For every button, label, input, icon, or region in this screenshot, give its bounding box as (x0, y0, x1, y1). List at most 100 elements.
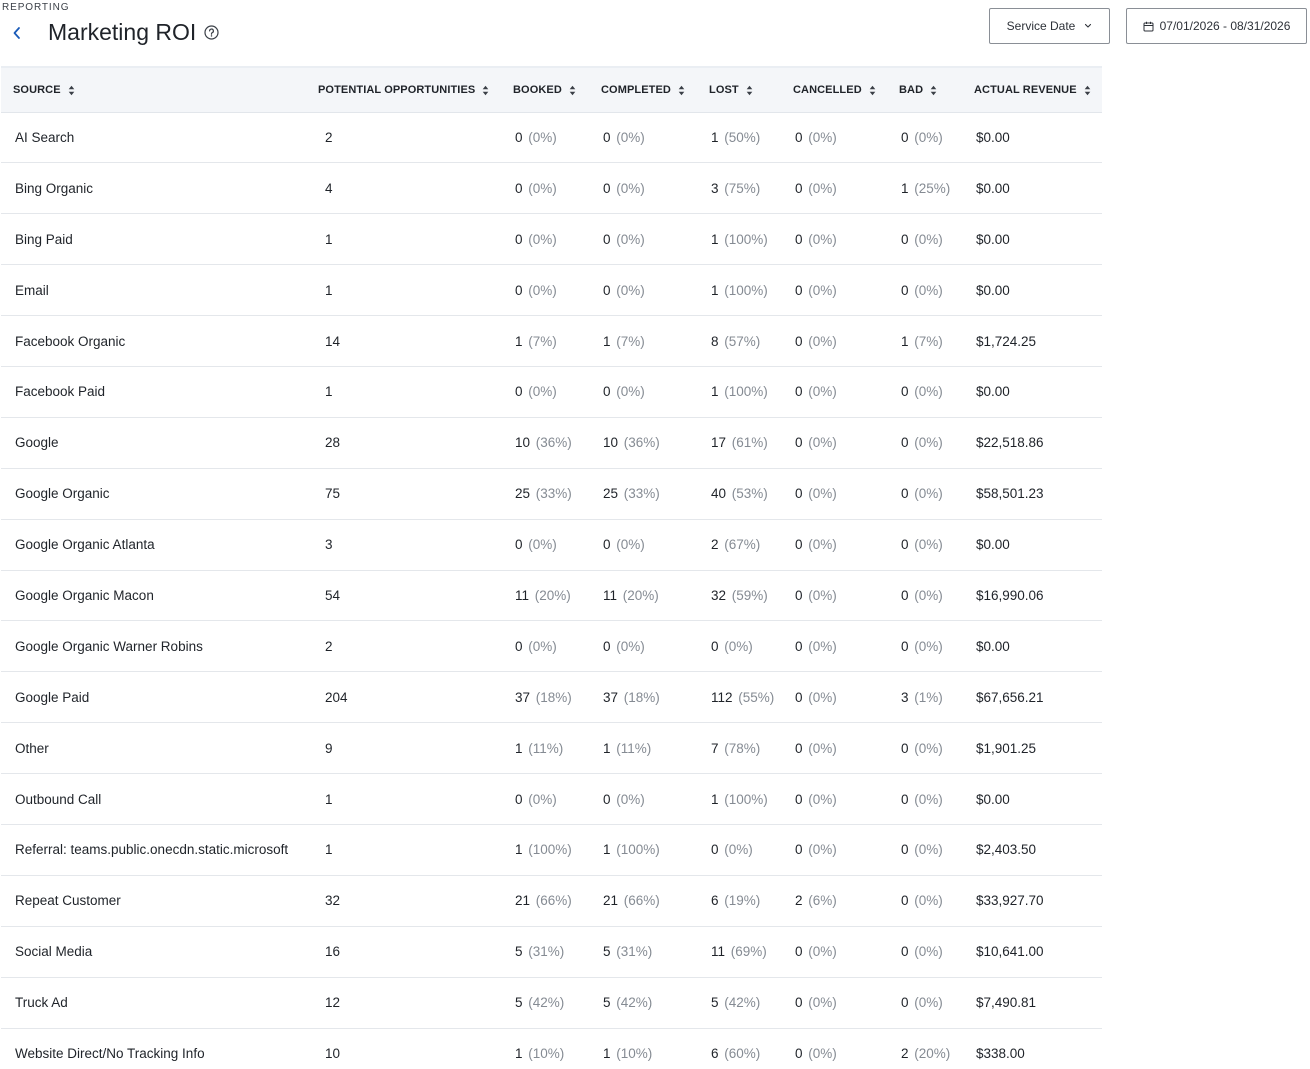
column-header-label: ACTUAL REVENUE (974, 84, 1077, 97)
cell-count: 1 (515, 333, 523, 349)
cell-percent: (0%) (808, 638, 837, 654)
cell-count: 11 (603, 587, 618, 603)
question-circle-icon (204, 25, 219, 40)
cell-count: 0 (795, 435, 803, 451)
cell-booked: 37 (18%) (501, 671, 589, 724)
cell-percent: (0%) (914, 231, 943, 247)
cell-percent: (20%) (914, 1045, 951, 1061)
cell-percent: (0%) (808, 842, 837, 858)
cell-cancelled: 2 (6%) (781, 875, 887, 927)
cell-potential: 16 (306, 926, 501, 978)
cell-booked: 0 (0%) (501, 264, 589, 317)
cell-source: Email (1, 264, 306, 317)
column-header-potential[interactable]: POTENTIAL OPPORTUNITIES (306, 68, 501, 113)
cell-completed: 11 (20%) (589, 570, 697, 622)
date-type-dropdown[interactable]: Service Date (989, 8, 1110, 44)
column-header-revenue[interactable]: ACTUAL REVENUE (962, 68, 1102, 113)
column-header-booked[interactable]: BOOKED (501, 68, 589, 113)
cell-lost: 0 (0%) (697, 620, 781, 673)
sort-toggle-booked[interactable]: BOOKED (513, 84, 576, 96)
cell-count: 17 (711, 435, 727, 451)
cell-value: $10,641.00 (976, 944, 1044, 960)
sort-icon (1084, 85, 1090, 95)
cell-percent: (60%) (724, 1045, 761, 1061)
cell-percent: (100%) (616, 842, 660, 858)
cell-count: 37 (603, 689, 619, 705)
sort-toggle-completed[interactable]: COMPLETED (601, 84, 685, 96)
cell-bad: 0 (0%) (887, 926, 962, 978)
cell-potential: 1 (306, 824, 501, 876)
sort-toggle-revenue[interactable]: ACTUAL REVENUE (974, 84, 1091, 96)
column-header-source[interactable]: SOURCE (1, 68, 306, 113)
table-header-row: SOURCE POTENTIAL OPPORTUNITIES BOOKED COMPL… (1, 68, 1102, 113)
cell-count: 21 (515, 893, 531, 909)
back-button[interactable] (8, 24, 26, 42)
cell-value: 3 (325, 537, 333, 553)
sort-toggle-bad[interactable]: BAD (899, 84, 937, 96)
cell-count: 2 (901, 1045, 909, 1061)
cell-completed: 1 (7%) (589, 315, 697, 367)
cell-count: 0 (901, 435, 909, 451)
cell-value: Google Paid (15, 689, 90, 705)
sort-toggle-source[interactable]: SOURCE (13, 84, 75, 96)
cell-percent: (1%) (914, 689, 943, 705)
cell-count: 1 (711, 231, 719, 247)
column-header-label: CANCELLED (793, 84, 862, 97)
table-row: Referral: teams.public.onecdn.static.mic… (1, 824, 1102, 876)
cell-percent: (0%) (914, 893, 943, 909)
cell-count: 3 (901, 689, 909, 705)
cell-count: 0 (603, 638, 611, 654)
table-row: Facebook Organic 14 1 (7%) 1 (7%) 8 (57%) 0 (… (1, 315, 1102, 367)
cell-source: Bing Paid (1, 213, 306, 266)
cell-count: 0 (515, 537, 523, 553)
help-button[interactable] (204, 25, 219, 40)
cell-percent: (100%) (724, 384, 768, 400)
cell-cancelled: 0 (0%) (781, 722, 887, 775)
sort-toggle-lost[interactable]: LOST (709, 84, 753, 96)
cell-booked: 25 (33%) (501, 468, 589, 520)
cell-percent: (7%) (914, 333, 943, 349)
cell-percent: (0%) (914, 740, 943, 756)
cell-lost: 3 (75%) (697, 162, 781, 215)
cell-percent: (0%) (616, 638, 645, 654)
sort-toggle-potential[interactable]: POTENTIAL OPPORTUNITIES (318, 84, 489, 96)
cell-completed: 1 (11%) (589, 722, 697, 775)
cell-value: $0.00 (976, 231, 1010, 247)
cell-bad: 3 (1%) (887, 671, 962, 724)
cell-count: 0 (711, 638, 719, 654)
column-header-completed[interactable]: COMPLETED (589, 68, 697, 113)
chevron-down-icon (1085, 23, 1092, 28)
table-row: Bing Paid 1 0 (0%) 0 (0%) 1 (100%) 0 (0%) 0 (0… (1, 213, 1102, 266)
cell-completed: 0 (0%) (589, 773, 697, 825)
cell-lost: 32 (59%) (697, 570, 781, 622)
cell-count: 0 (795, 231, 803, 247)
column-header-lost[interactable]: LOST (697, 68, 781, 113)
cell-percent: (0%) (808, 180, 837, 196)
cell-percent: (0%) (528, 638, 557, 654)
cell-bad: 0 (0%) (887, 417, 962, 469)
cell-booked: 5 (31%) (501, 926, 589, 978)
cell-value: Other (15, 740, 49, 756)
cell-percent: (0%) (914, 486, 943, 502)
cell-count: 6 (711, 893, 719, 909)
cell-value: $338.00 (976, 1045, 1025, 1061)
column-header-label: COMPLETED (601, 84, 671, 97)
cell-count: 0 (795, 842, 803, 858)
cell-lost: 1 (100%) (697, 264, 781, 317)
cell-value: Outbound Call (15, 791, 102, 807)
cell-count: 0 (515, 282, 523, 298)
cell-count: 0 (603, 282, 611, 298)
roi-table: SOURCE POTENTIAL OPPORTUNITIES BOOKED COMPL… (1, 68, 1102, 1069)
cell-percent: (0%) (914, 282, 943, 298)
cell-source: Outbound Call (1, 773, 306, 825)
cell-booked: 0 (0%) (501, 366, 589, 418)
column-header-cancelled[interactable]: CANCELLED (781, 68, 887, 113)
cell-percent: (100%) (528, 842, 572, 858)
sort-toggle-cancelled[interactable]: CANCELLED (793, 84, 876, 96)
cell-cancelled: 0 (0%) (781, 315, 887, 367)
cell-count: 5 (603, 944, 611, 960)
cell-count: 0 (515, 129, 523, 145)
column-header-bad[interactable]: BAD (887, 68, 962, 113)
date-range-picker[interactable]: 07/01/2026 - 08/31/2026 (1126, 8, 1307, 44)
cell-percent: (0%) (808, 282, 837, 298)
